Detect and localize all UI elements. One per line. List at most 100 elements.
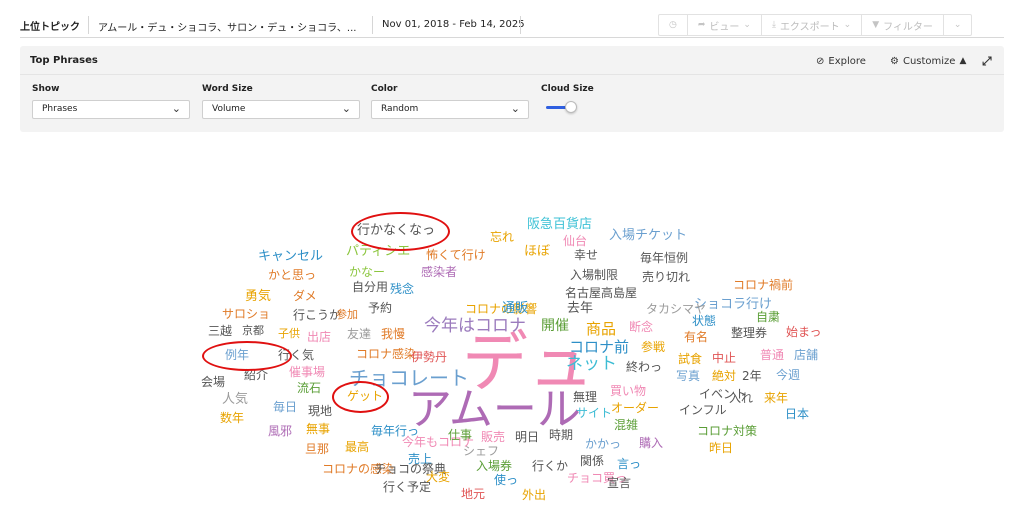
cloud-word[interactable]: 入場制限	[570, 269, 618, 281]
cloud-word[interactable]: 買い物	[610, 385, 646, 397]
cloud-word[interactable]: 通販	[502, 302, 528, 315]
cloud-word[interactable]: 商品	[586, 322, 616, 337]
customize-button[interactable]: ⚙ Customize ▲	[890, 50, 966, 72]
cloud-word[interactable]: 使っ	[494, 474, 518, 486]
explore-button[interactable]: ⊘ Explore	[816, 50, 866, 72]
cloud-word[interactable]: チョコレート	[349, 368, 469, 388]
cloud-word[interactable]: 今年はコロナ	[424, 318, 526, 335]
cloud-word[interactable]: 怖くて行け	[426, 249, 486, 261]
cloud-word[interactable]: 参加	[336, 309, 358, 320]
cloud-word[interactable]: 明日	[515, 431, 539, 443]
cloud-word[interactable]: 入場券	[476, 460, 512, 472]
cloud-word[interactable]: 日本	[785, 408, 809, 420]
cloud-word[interactable]: 現地	[308, 405, 332, 417]
cloud-size-slider[interactable]	[546, 101, 580, 113]
cloud-word[interactable]: 試食	[678, 353, 702, 365]
cloud-word[interactable]: 京都	[242, 325, 264, 336]
cloud-word[interactable]: 関係	[580, 455, 604, 467]
cloud-word[interactable]: 始まっ	[786, 326, 822, 338]
cloud-word[interactable]: 混雑	[614, 419, 638, 431]
cloud-word[interactable]: 状態	[692, 315, 716, 327]
cloud-word[interactable]: 行く気	[278, 349, 314, 361]
cloud-word[interactable]: 普通	[760, 349, 784, 361]
cloud-word[interactable]: 勇気	[245, 290, 271, 303]
cloud-word[interactable]: 仙台	[563, 235, 587, 247]
cloud-word[interactable]: 流石	[297, 382, 321, 394]
cloud-word[interactable]: コロナ禍前	[733, 279, 793, 291]
cloud-word[interactable]: インフル	[679, 404, 727, 416]
cloud-word[interactable]: 行こうか	[293, 309, 341, 321]
cloud-word[interactable]: 自粛	[756, 311, 780, 323]
cloud-word[interactable]: かなー	[349, 266, 385, 278]
cloud-word[interactable]: 感染者	[421, 266, 457, 278]
cloud-word[interactable]: 2年	[742, 370, 762, 382]
export-button[interactable]: ⤓ エクスポート ⌄	[762, 15, 863, 35]
cloud-word[interactable]: 宣言	[607, 477, 631, 489]
cloud-word[interactable]: 入場チケット	[609, 229, 687, 242]
cloud-word[interactable]: 数年	[220, 412, 244, 424]
cloud-word[interactable]: 仕事	[448, 429, 472, 441]
cloud-word[interactable]: 参戦	[641, 341, 665, 353]
cloud-word[interactable]: 紹介	[244, 369, 268, 381]
cloud-word[interactable]: 外出	[522, 489, 546, 501]
cloud-word[interactable]: 毎日	[273, 401, 297, 413]
cloud-word[interactable]: 絶対	[712, 370, 736, 382]
cloud-word[interactable]: 予約	[368, 302, 392, 314]
cloud-word[interactable]: サイト	[576, 407, 612, 419]
cloud-word[interactable]: 去年	[567, 302, 593, 315]
history-button[interactable]: ◷	[659, 15, 688, 35]
cloud-word[interactable]: 整理券	[731, 327, 767, 339]
cloud-word[interactable]: 開催	[541, 319, 569, 333]
cloud-word[interactable]: ほぼ	[524, 245, 550, 258]
cloud-word[interactable]: ダメ	[293, 290, 317, 302]
cloud-word[interactable]: かかっ	[585, 438, 621, 450]
filter-button[interactable]: ▼ フィルター	[862, 15, 944, 35]
cloud-word[interactable]: 販売	[481, 431, 505, 443]
more-button[interactable]: ⌄	[944, 15, 972, 35]
cloud-word[interactable]: 残念	[390, 283, 414, 295]
cloud-word[interactable]: 言っ	[617, 458, 641, 470]
cloud-word[interactable]: コロナ前	[569, 340, 629, 355]
cloud-word[interactable]: 入れ	[729, 392, 753, 404]
cloud-word[interactable]: 会場	[201, 376, 225, 388]
cloud-word[interactable]: 中止	[712, 352, 736, 364]
cloud-word[interactable]: オーダー	[611, 402, 659, 414]
cloud-word[interactable]: パティシエ	[346, 245, 410, 258]
cloud-word[interactable]: 毎年恒例	[640, 252, 688, 264]
cloud-word[interactable]: 幸せ	[574, 249, 598, 261]
cloud-word[interactable]: 例年	[225, 349, 249, 361]
cloud-word[interactable]: サロショ	[222, 308, 270, 320]
cloud-word[interactable]: 最高	[345, 441, 369, 453]
cloud-word[interactable]: 旦那	[305, 443, 329, 455]
cloud-word[interactable]: アムール	[408, 388, 581, 432]
view-button[interactable]: ➦ ビュー ⌄	[688, 15, 762, 35]
cloud-word[interactable]: 店舗	[794, 349, 818, 361]
cloud-word[interactable]: 終わっ	[626, 361, 662, 373]
slider-handle[interactable]	[565, 101, 577, 113]
word-size-select[interactable]: Volume ⌄	[202, 100, 360, 119]
cloud-word[interactable]: 行くか	[532, 460, 568, 472]
cloud-word[interactable]: 無理	[573, 391, 597, 403]
cloud-word[interactable]: 我慢	[381, 328, 405, 340]
cloud-word[interactable]: 友達	[347, 328, 371, 340]
color-select[interactable]: Random ⌄	[371, 100, 529, 119]
cloud-word[interactable]: 地元	[461, 488, 485, 500]
cloud-word[interactable]: 昨日	[709, 442, 733, 454]
cloud-word[interactable]: 購入	[639, 437, 663, 449]
cloud-word[interactable]: 時期	[549, 429, 573, 441]
cloud-word[interactable]: 今週	[776, 369, 800, 381]
cloud-word[interactable]: 行かなくなっ	[357, 224, 435, 237]
cloud-word[interactable]: 名古屋高島屋	[565, 287, 637, 299]
cloud-word[interactable]: 人気	[222, 393, 248, 406]
expand-button[interactable]: ⤢	[982, 50, 992, 72]
show-select[interactable]: Phrases ⌄	[32, 100, 190, 119]
cloud-word[interactable]: 出店	[307, 331, 331, 343]
cloud-word[interactable]: 催事場	[289, 366, 325, 378]
cloud-word[interactable]: 伊勢丹	[411, 351, 447, 363]
cloud-word[interactable]: 三越	[208, 325, 232, 337]
query-selector[interactable]: アムール・デュ・ショコラ、サロン・デュ・ショコラ、...	[98, 19, 356, 34]
cloud-word[interactable]: 有名	[684, 331, 708, 343]
cloud-word[interactable]: 売り切れ	[642, 271, 690, 283]
cloud-word[interactable]: ネット	[566, 356, 617, 373]
cloud-word[interactable]: 自分用	[352, 281, 388, 293]
